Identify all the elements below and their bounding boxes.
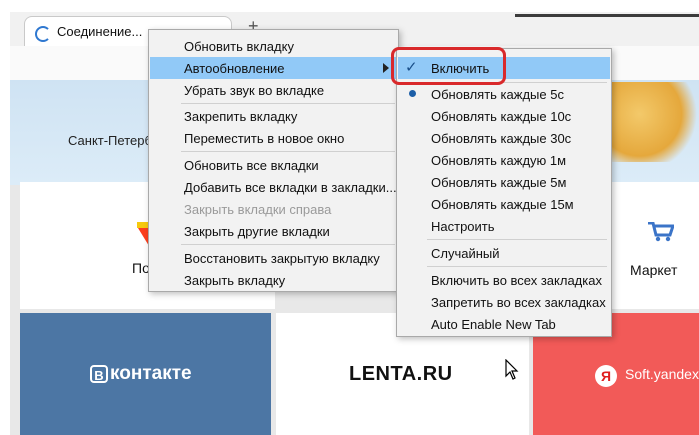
menu-item-label: Закрыть вкладки справа (184, 202, 332, 217)
auto-refresh-submenu: ✓ Включить Обновлять каждые 5с Обновлять… (396, 48, 612, 337)
menu-item-reload-tab[interactable]: Обновить вкладку (150, 35, 397, 57)
submenu-item-label: Настроить (431, 219, 495, 234)
submenu-item-every-5m[interactable]: Обновлять каждые 5м (398, 171, 610, 193)
vk-logo-text: контакте (110, 363, 192, 384)
submenu-item-label: Обновлять каждые 5с (431, 87, 564, 102)
menu-item-label: Обновить все вкладки (184, 158, 319, 173)
submenu-item-label: Включить во всех закладках (431, 273, 602, 288)
menu-item-label: Закрыть вкладку (184, 273, 286, 288)
menu-item-close-tab[interactable]: Закрыть вкладку (150, 269, 397, 291)
vk-box-icon: В (90, 364, 108, 383)
tile-vkontakte[interactable]: Вконтакте (20, 313, 271, 435)
cart-icon (648, 222, 674, 242)
lenta-logo: LENTA.RU (349, 363, 453, 385)
submenu-item-label: Запретить во всех закладках (431, 295, 606, 310)
yandex-icon: Я (595, 365, 617, 387)
menu-item-pin-tab[interactable]: Закрепить вкладку (150, 105, 397, 127)
submenu-item-label: Обновлять каждую 1м (431, 153, 567, 168)
tile-soft-label: Soft.yandex (625, 366, 699, 382)
submenu-item-every-1m[interactable]: Обновлять каждую 1м (398, 149, 610, 171)
menu-item-label: Автообновление (184, 61, 285, 76)
submenu-separator (427, 266, 607, 267)
submenu-item-every-5s[interactable]: Обновлять каждые 5с (398, 83, 610, 105)
submenu-item-label: Обновлять каждые 30с (431, 131, 572, 146)
vk-logo: Вконтакте (90, 363, 192, 385)
submenu-item-label: Случайный (431, 246, 500, 261)
menu-separator (181, 151, 395, 152)
tile-market-label: Маркет (630, 262, 678, 278)
menu-item-move-to-new-window[interactable]: Переместить в новое окно (150, 127, 397, 149)
menu-item-label: Закрыть другие вкладки (184, 224, 330, 239)
submenu-item-enable-all-tabs[interactable]: Включить во всех закладках (398, 269, 610, 291)
menu-item-label: Добавить все вкладки в закладки... (184, 180, 397, 195)
menu-item-label: Обновить вкладку (184, 39, 294, 54)
menu-separator (181, 244, 395, 245)
tile-market[interactable]: Маркет (610, 182, 699, 309)
radio-selected-icon (409, 90, 416, 97)
submenu-item-disable-all-tabs[interactable]: Запретить во всех закладках (398, 291, 610, 313)
menu-item-close-tabs-right: Закрыть вкладки справа (150, 198, 397, 220)
submenu-item-random[interactable]: Случайный (398, 242, 610, 264)
menu-item-bookmark-all-tabs[interactable]: Добавить все вкладки в закладки... (150, 176, 397, 198)
submenu-item-label: Обновлять каждые 5м (431, 175, 567, 190)
submenu-item-customize[interactable]: Настроить (398, 215, 610, 237)
submenu-item-every-30s[interactable]: Обновлять каждые 30с (398, 127, 610, 149)
menu-item-auto-refresh[interactable]: Автообновление (150, 57, 397, 79)
window-top-rule (515, 14, 699, 17)
menu-item-close-other-tabs[interactable]: Закрыть другие вкладки (150, 220, 397, 242)
browser-window: Соединение... + Санкт-Петербу Почт Марке… (0, 0, 699, 435)
tab-context-menu: Обновить вкладку Автообновление Убрать з… (148, 29, 399, 292)
menu-item-reload-all-tabs[interactable]: Обновить все вкладки (150, 154, 397, 176)
menu-item-mute-tab[interactable]: Убрать звук во вкладке (150, 79, 397, 101)
menu-item-label: Переместить в новое окно (184, 131, 345, 146)
menu-item-label: Убрать звук во вкладке (184, 83, 325, 98)
menu-item-label: Восстановить закрытую вкладку (184, 251, 380, 266)
submenu-item-label: Auto Enable New Tab (431, 317, 556, 332)
submenu-item-auto-enable-new-tab[interactable]: Auto Enable New Tab (398, 313, 610, 335)
submenu-item-label: Обновлять каждые 10с (431, 109, 572, 124)
menu-separator (181, 103, 395, 104)
mouse-cursor-icon (505, 359, 519, 380)
highlight-callout-box (391, 47, 506, 85)
menu-item-restore-closed-tab[interactable]: Восстановить закрытую вкладку (150, 247, 397, 269)
loading-spinner-icon (35, 26, 51, 42)
menu-item-label: Закрепить вкладку (184, 109, 298, 124)
weather-city: Санкт-Петербу (68, 133, 159, 148)
autumn-leaves-image (600, 82, 699, 162)
submenu-item-label: Обновлять каждые 15м (431, 197, 574, 212)
submenu-item-every-15m[interactable]: Обновлять каждые 15м (398, 193, 610, 215)
submenu-separator (427, 239, 607, 240)
submenu-item-every-10s[interactable]: Обновлять каждые 10с (398, 105, 610, 127)
submenu-arrow-icon (383, 63, 389, 73)
tab-title: Соединение... (57, 24, 143, 39)
